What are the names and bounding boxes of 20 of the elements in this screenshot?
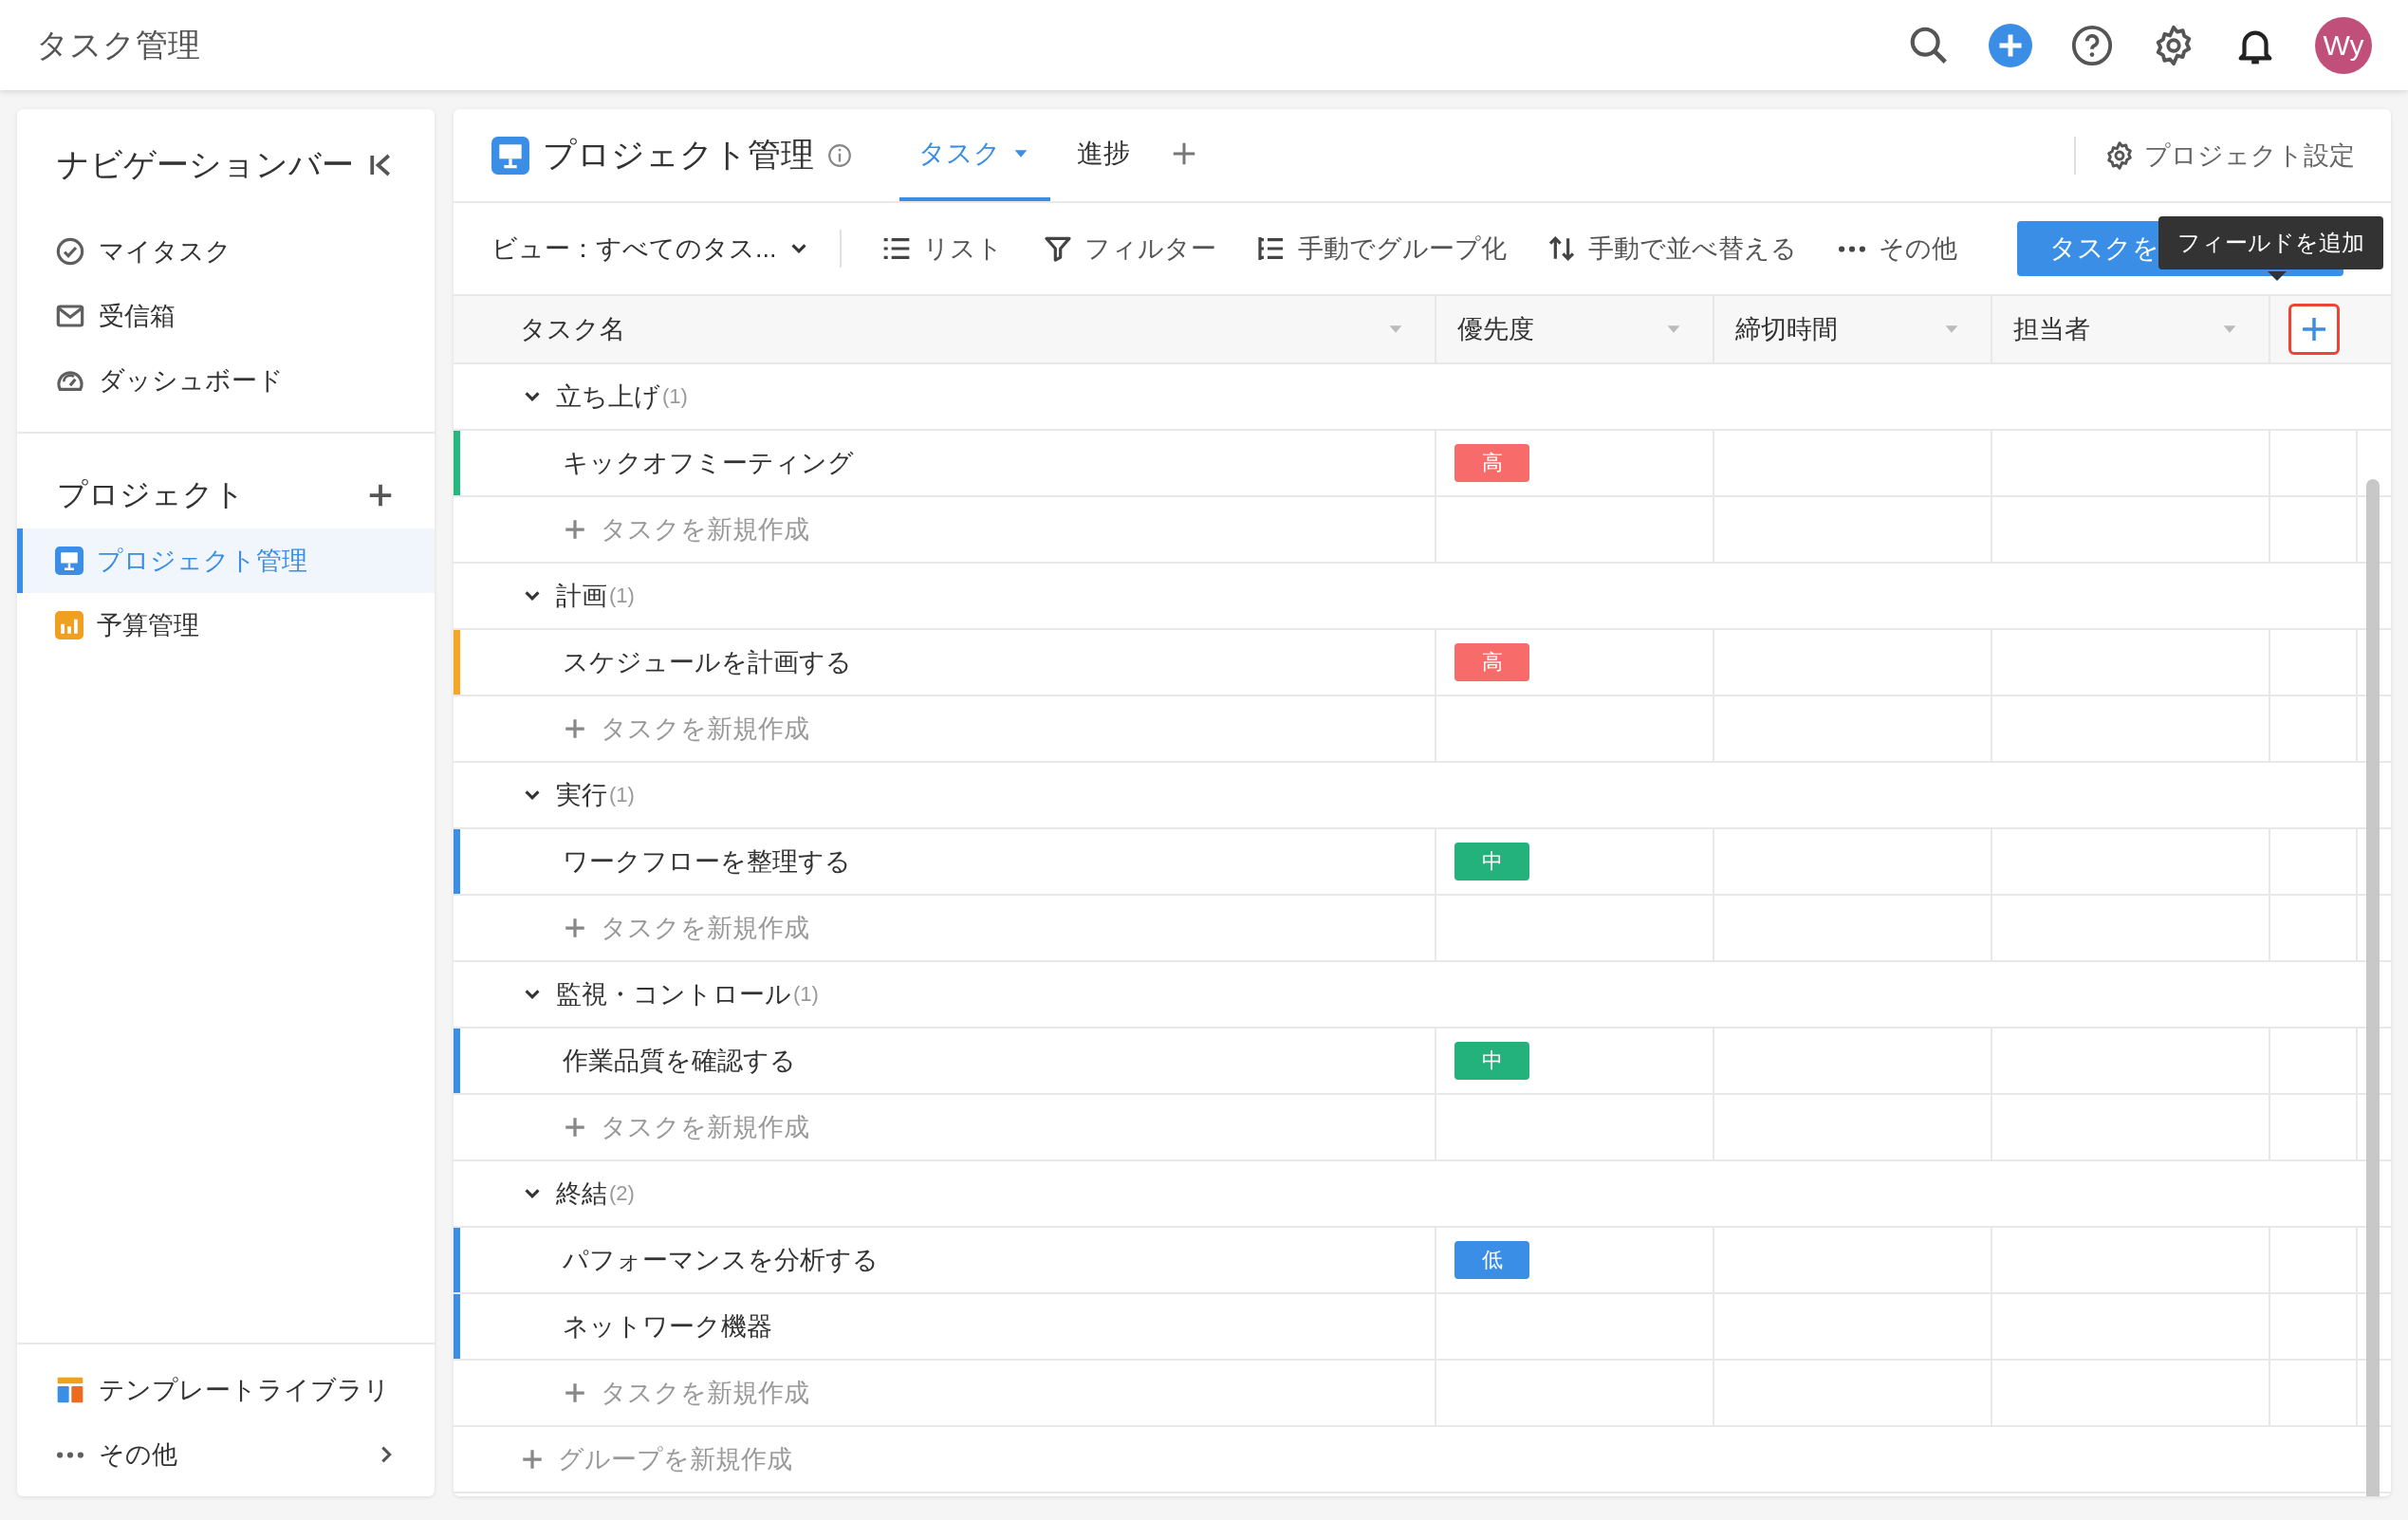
group-count: (1): [609, 783, 635, 807]
priority-tag: 中: [1454, 1042, 1529, 1080]
sidebar-title: ナビゲーションバー: [57, 145, 354, 184]
priority-tag: 低: [1454, 1241, 1529, 1279]
group-name: 計画: [556, 581, 607, 612]
app-title: タスク管理: [36, 25, 201, 65]
priority-tag: 高: [1454, 444, 1529, 482]
group-name: 監視・コントロール: [556, 979, 791, 1010]
section-title: プロジェクト: [57, 476, 245, 513]
group-name: 終結: [556, 1178, 607, 1210]
group-count: (1): [609, 584, 635, 608]
group-name: 実行: [556, 780, 607, 811]
project-title: プロジェクト管理: [543, 135, 814, 175]
priority-tag: 中: [1454, 843, 1529, 880]
group-count: (2): [609, 1181, 635, 1206]
group-count: (1): [793, 982, 819, 1007]
tooltip: フィールドを追加: [2158, 216, 2383, 269]
priority-tag: 高: [1454, 643, 1529, 681]
group-name: 立ち上げ: [556, 381, 660, 413]
group-count: (1): [662, 384, 688, 409]
